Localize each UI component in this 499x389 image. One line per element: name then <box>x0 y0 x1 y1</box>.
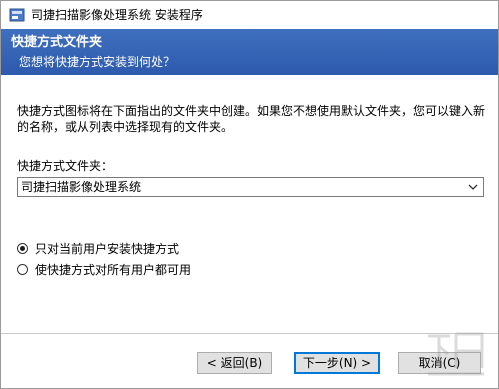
page-subtitle: 您想将快捷方式安装到何处？ <box>19 55 176 69</box>
folder-combobox[interactable]: 司捷扫描影像处理系统 <box>17 177 484 197</box>
watermark-logo <box>428 332 484 376</box>
back-button[interactable]: < 返回(B) <box>197 352 272 374</box>
radio-current-user[interactable] <box>17 243 28 254</box>
folder-combobox-value[interactable]: 司捷扫描影像处理系统 <box>21 179 141 195</box>
folder-label: 快捷方式文件夹： <box>17 159 114 173</box>
wizard-header: 快捷方式文件夹 您想将快捷方式安装到何处？ <box>1 29 498 75</box>
page-title: 快捷方式文件夹 <box>11 35 103 50</box>
option-current-user-label[interactable]: 只对当前用户安装快捷方式 <box>35 241 179 257</box>
installer-app-icon <box>9 8 25 22</box>
radio-selected-dot <box>20 246 25 251</box>
window-title: 司捷扫描影像处理系统 安装程序 <box>31 8 203 22</box>
title-bar: 司捷扫描影像处理系统 安装程序 <box>1 1 498 29</box>
description-text: 快捷方式图标将在下面指出的文件夹中创建。如果您不想使用默认文件夹，您可以键入新的… <box>17 104 486 134</box>
installer-window: 司捷扫描影像处理系统 安装程序 快捷方式文件夹 您想将快捷方式安装到何处？ 快捷… <box>0 0 499 389</box>
chevron-down-icon[interactable] <box>466 179 480 195</box>
option-all-users-label[interactable]: 使快捷方式对所有用户都可用 <box>35 262 191 278</box>
next-button[interactable]: 下一步(N) > <box>294 352 380 374</box>
radio-all-users[interactable] <box>17 264 28 275</box>
